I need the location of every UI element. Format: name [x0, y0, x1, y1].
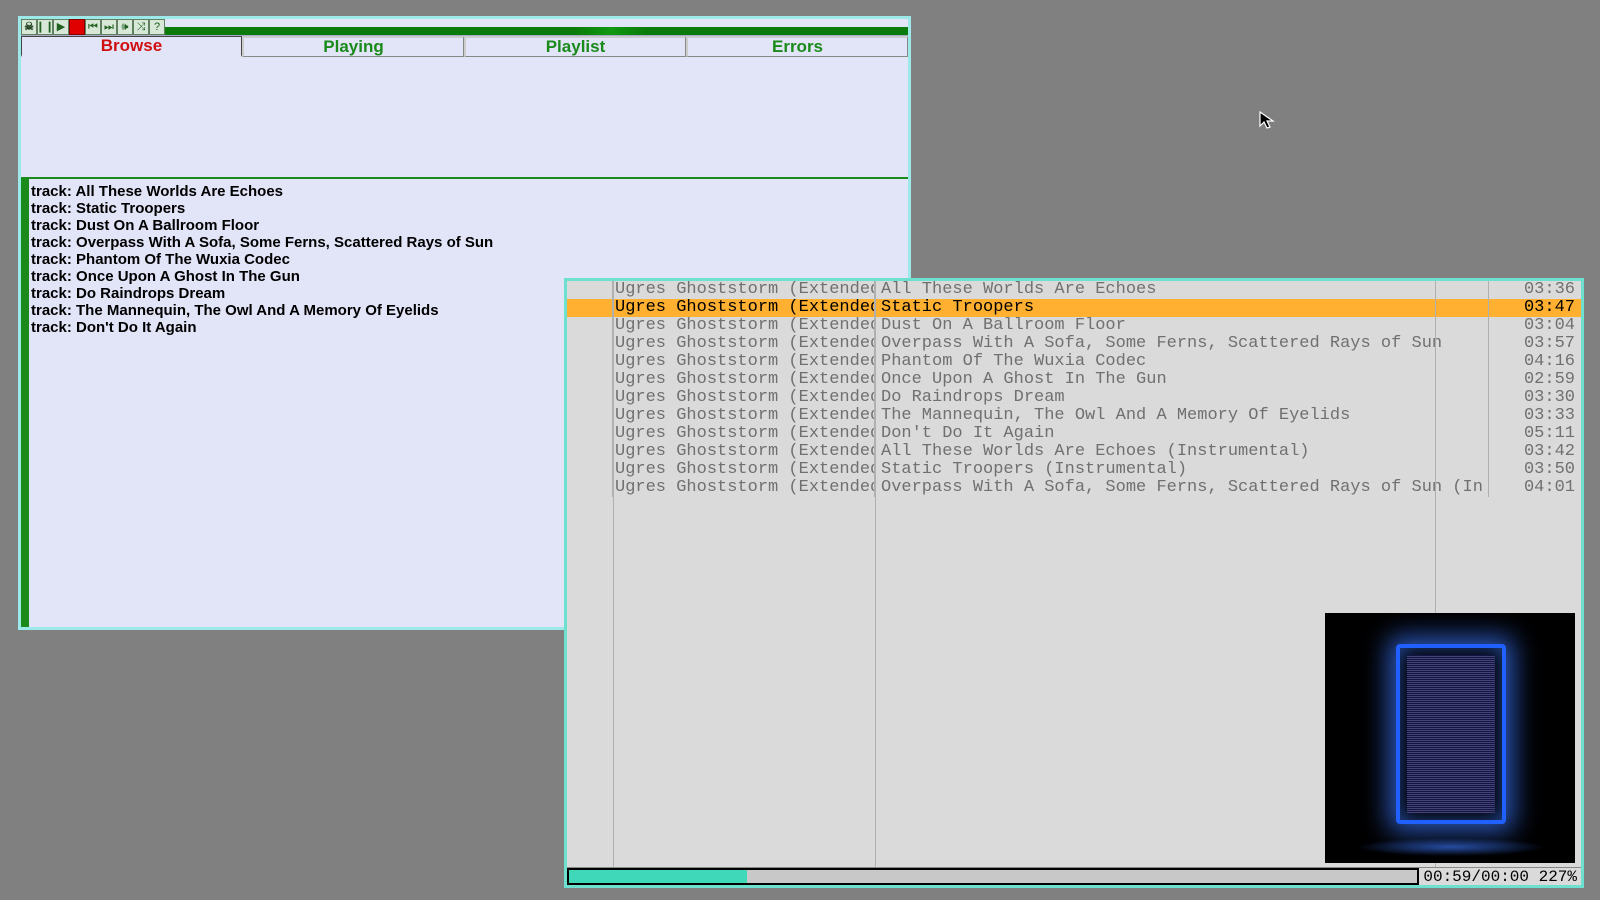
- player-window: Ugres Ghoststorm (Extended EdiAll These …: [564, 278, 1584, 888]
- playlist-row[interactable]: Ugres Ghoststorm (Extended EdiStatic Tro…: [567, 461, 1581, 479]
- playlist-row[interactable]: Ugres Ghoststorm (Extended EdiAll These …: [567, 281, 1581, 299]
- row-duration: 05:11: [1489, 425, 1581, 443]
- row-artist: Ugres Ghoststorm (Extended Edi: [613, 335, 875, 353]
- shuffle-icon[interactable]: ⤨: [133, 19, 149, 35]
- progress-fill: [569, 870, 747, 883]
- row-gutter: [567, 371, 613, 389]
- row-title: Overpass With A Sofa, Some Ferns, Scatte…: [875, 479, 1489, 497]
- row-title: Phantom Of The Wuxia Codec: [875, 353, 1489, 371]
- row-title: Static Troopers (Instrumental): [875, 461, 1489, 479]
- row-artist: Ugres Ghoststorm (Extended Edi: [613, 425, 875, 443]
- stop-icon[interactable]: [69, 19, 85, 35]
- row-title: Overpass With A Sofa, Some Ferns, Scatte…: [875, 335, 1489, 353]
- album-art-door: [1396, 644, 1506, 824]
- row-title: Static Troopers: [875, 299, 1489, 317]
- playlist-row[interactable]: Ugres Ghoststorm (Extended EdiOnce Upon …: [567, 371, 1581, 389]
- progress-bar[interactable]: [567, 868, 1419, 885]
- row-gutter: [567, 335, 613, 353]
- playlist-row[interactable]: Ugres Ghoststorm (Extended EdiOverpass W…: [567, 479, 1581, 497]
- browse-track-item[interactable]: track: Dust On A Ballroom Floor: [31, 217, 904, 234]
- divider: [21, 177, 908, 179]
- row-title: Dust On A Ballroom Floor: [875, 317, 1489, 335]
- browse-track-item[interactable]: track: All These Worlds Are Echoes: [31, 183, 904, 200]
- row-gutter: [567, 317, 613, 335]
- album-art-reflection: [1356, 838, 1546, 856]
- row-artist: Ugres Ghoststorm (Extended Edi: [613, 281, 875, 299]
- playlist-row[interactable]: Ugres Ghoststorm (Extended EdiDon't Do I…: [567, 425, 1581, 443]
- row-artist: Ugres Ghoststorm (Extended Edi: [613, 407, 875, 425]
- album-art: [1325, 613, 1575, 863]
- playlist-row[interactable]: Ugres Ghoststorm (Extended EdiThe Manneq…: [567, 407, 1581, 425]
- tab-errors[interactable]: Errors: [686, 36, 908, 57]
- time-readout: 00:59/00:00 227%: [1423, 868, 1581, 885]
- help-icon[interactable]: ?: [149, 19, 165, 35]
- row-title: Once Upon A Ghost In The Gun: [875, 371, 1489, 389]
- row-artist: Ugres Ghoststorm (Extended Edi: [613, 353, 875, 371]
- status-bar: 00:59/00:00 227%: [567, 867, 1581, 885]
- row-duration: 03:30: [1489, 389, 1581, 407]
- toolbar: ☠ ❙❙ ▶ ⏮ ⏭ 🕪 ⤨ ?: [21, 19, 908, 35]
- col-divider: [875, 281, 876, 867]
- playlist-row[interactable]: Ugres Ghoststorm (Extended EdiAll These …: [567, 443, 1581, 461]
- row-gutter: [567, 389, 613, 407]
- browse-track-item[interactable]: track: Phantom Of The Wuxia Codec: [31, 251, 904, 268]
- row-duration: 03:57: [1489, 335, 1581, 353]
- row-title: All These Worlds Are Echoes (Instrumenta…: [875, 443, 1489, 461]
- row-artist: Ugres Ghoststorm (Extended Edi: [613, 479, 875, 497]
- play-icon[interactable]: ▶: [53, 19, 69, 35]
- row-duration: 03:42: [1489, 443, 1581, 461]
- row-duration: 04:16: [1489, 353, 1581, 371]
- row-duration: 02:59: [1489, 371, 1581, 389]
- row-gutter: [567, 353, 613, 371]
- row-duration: 04:01: [1489, 479, 1581, 497]
- row-gutter: [567, 299, 613, 317]
- tab-playlist[interactable]: Playlist: [464, 36, 686, 57]
- row-artist: Ugres Ghoststorm (Extended Edi: [613, 371, 875, 389]
- row-title: The Mannequin, The Owl And A Memory Of E…: [875, 407, 1489, 425]
- tab-browse[interactable]: Browse: [21, 36, 242, 57]
- playlist-row[interactable]: Ugres Ghoststorm (Extended EdiStatic Tro…: [567, 299, 1581, 317]
- row-duration: 03:33: [1489, 407, 1581, 425]
- volume-icon[interactable]: 🕪: [117, 19, 133, 35]
- row-gutter: [567, 407, 613, 425]
- playlist-row[interactable]: Ugres Ghoststorm (Extended EdiDo Raindro…: [567, 389, 1581, 407]
- row-artist: Ugres Ghoststorm (Extended Edi: [613, 443, 875, 461]
- row-duration: 03:47: [1489, 299, 1581, 317]
- playlist-row[interactable]: Ugres Ghoststorm (Extended EdiPhantom Of…: [567, 353, 1581, 371]
- cursor-icon: [1258, 110, 1278, 130]
- browse-track-item[interactable]: track: Static Troopers: [31, 200, 904, 217]
- row-gutter: [567, 461, 613, 479]
- browse-track-item[interactable]: track: Overpass With A Sofa, Some Ferns,…: [31, 234, 904, 251]
- prev-icon[interactable]: ⏮: [85, 19, 101, 35]
- row-title: All These Worlds Are Echoes: [875, 281, 1489, 299]
- next-icon[interactable]: ⏭: [101, 19, 117, 35]
- toolbar-fill: [165, 19, 908, 35]
- quit-icon[interactable]: ☠: [21, 19, 37, 35]
- row-title: Do Raindrops Dream: [875, 389, 1489, 407]
- row-artist: Ugres Ghoststorm (Extended Edi: [613, 389, 875, 407]
- row-gutter: [567, 281, 613, 299]
- pause-icon[interactable]: ❙❙: [37, 19, 53, 35]
- tab-bar: Browse Playing Playlist Errors: [21, 35, 908, 57]
- sidebar-strip: [21, 177, 29, 627]
- row-gutter: [567, 479, 613, 497]
- row-duration: 03:50: [1489, 461, 1581, 479]
- row-gutter: [567, 443, 613, 461]
- row-artist: Ugres Ghoststorm (Extended Edi: [613, 461, 875, 479]
- row-duration: 03:04: [1489, 317, 1581, 335]
- row-title: Don't Do It Again: [875, 425, 1489, 443]
- tab-playing[interactable]: Playing: [242, 36, 464, 57]
- playlist-row[interactable]: Ugres Ghoststorm (Extended EdiDust On A …: [567, 317, 1581, 335]
- playlist-row[interactable]: Ugres Ghoststorm (Extended EdiOverpass W…: [567, 335, 1581, 353]
- row-artist: Ugres Ghoststorm (Extended Edi: [613, 299, 875, 317]
- row-artist: Ugres Ghoststorm (Extended Edi: [613, 317, 875, 335]
- row-gutter: [567, 425, 613, 443]
- row-duration: 03:36: [1489, 281, 1581, 299]
- col-divider: [613, 281, 614, 867]
